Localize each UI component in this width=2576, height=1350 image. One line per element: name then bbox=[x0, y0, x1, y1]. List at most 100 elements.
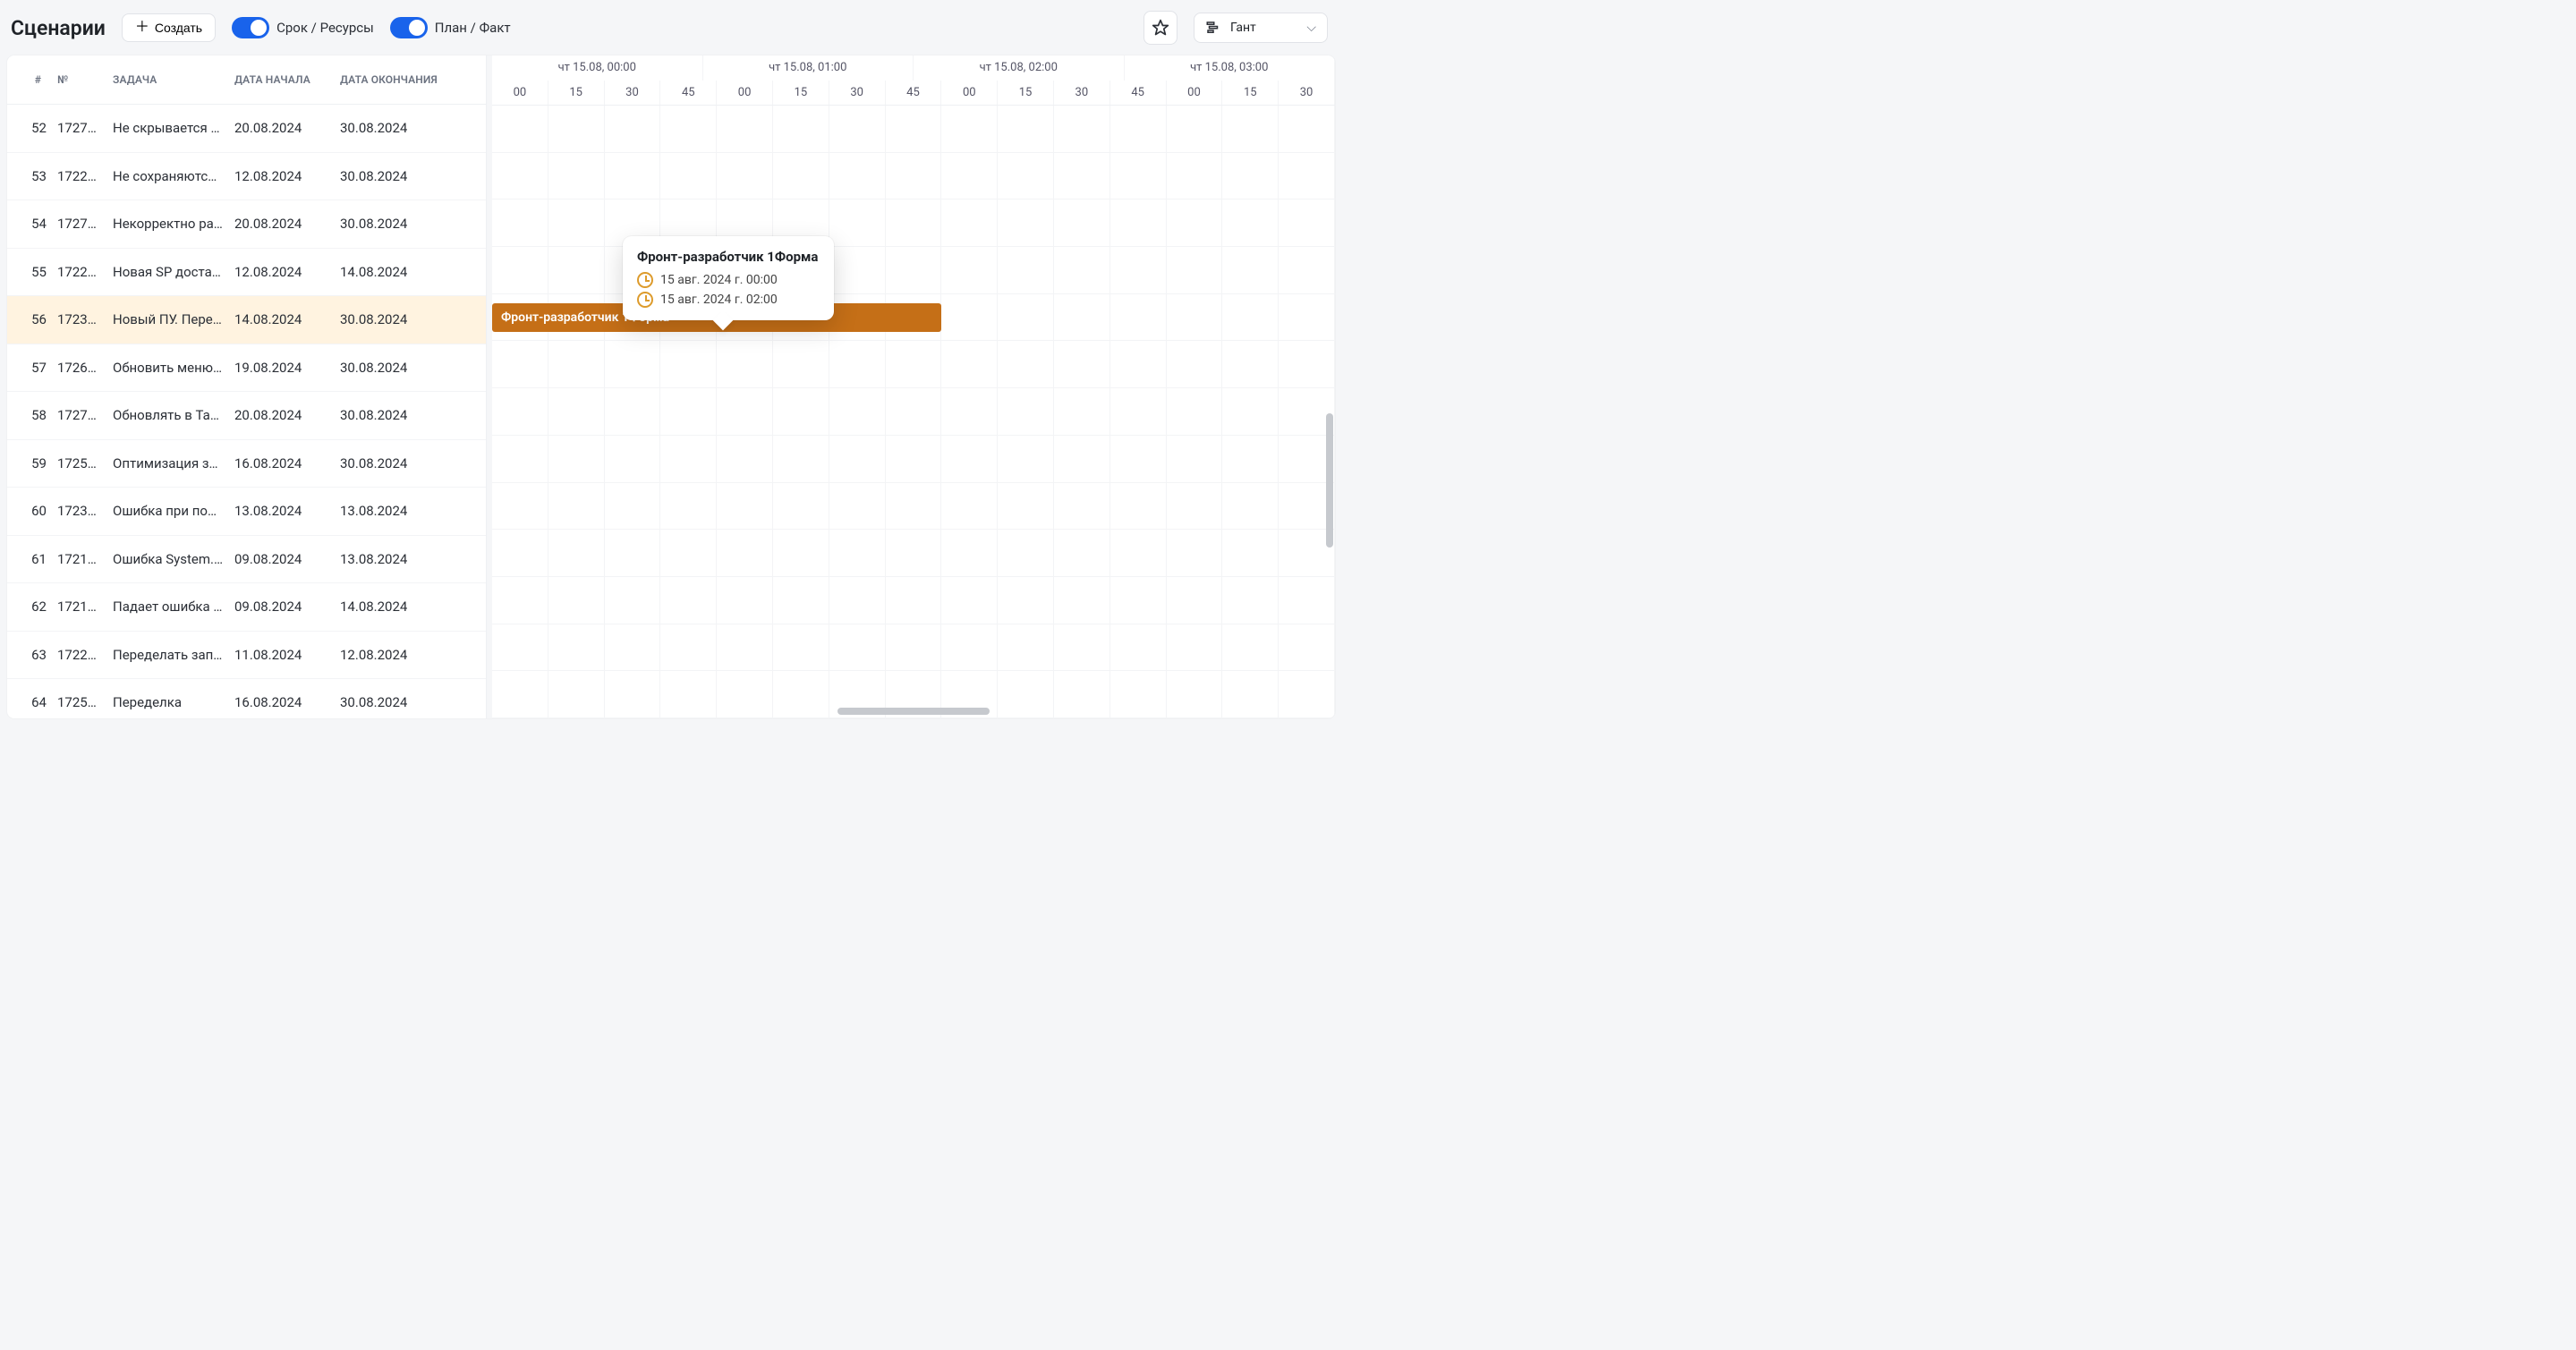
grid-row[interactable] bbox=[492, 247, 1335, 294]
grid-row[interactable] bbox=[492, 530, 1335, 577]
grid-row[interactable] bbox=[492, 153, 1335, 200]
timeline-tick: 15 bbox=[548, 81, 605, 105]
view-label: Гант bbox=[1230, 21, 1256, 35]
cell-end: 30.08.2024 bbox=[335, 216, 455, 232]
cell-task: Некорректно работ bbox=[107, 216, 229, 232]
table-row[interactable]: 571726583Обновить меню оп19.08.202430.08… bbox=[7, 344, 486, 393]
switch-deadline-resources[interactable] bbox=[232, 17, 269, 38]
timeline-ticks: 001530450015304500153045001530 bbox=[492, 81, 1335, 105]
timeline-tick: 30 bbox=[1054, 81, 1110, 105]
table-row[interactable]: 561723864Новый ПУ. Переход14.08.202430.0… bbox=[7, 296, 486, 344]
gantt-icon bbox=[1205, 20, 1221, 36]
col-num[interactable]: № bbox=[52, 73, 107, 86]
col-start[interactable]: ДАТА НАЧАЛА bbox=[229, 73, 335, 86]
table-row[interactable]: 591725904Оптимизация запр16.08.202430.08… bbox=[7, 440, 486, 488]
toggle-plan-fact: План / Факт bbox=[390, 17, 511, 38]
table-row[interactable]: 541727856Некорректно работ20.08.202430.0… bbox=[7, 200, 486, 249]
cell-task: Ошибка System.Dat bbox=[107, 551, 229, 567]
create-button[interactable]: ＋ Создать bbox=[122, 13, 216, 42]
cell-idx: 56 bbox=[7, 311, 52, 327]
cell-start: 16.08.2024 bbox=[229, 694, 335, 710]
grid-row[interactable] bbox=[492, 436, 1335, 483]
cell-idx: 57 bbox=[7, 360, 52, 376]
tooltip-end-line: 15 авг. 2024 г. 02:00 bbox=[637, 292, 818, 308]
timeline-segment: чт 15.08, 01:00 bbox=[703, 55, 914, 81]
cell-idx: 55 bbox=[7, 264, 52, 280]
cell-num: 1727643 bbox=[52, 120, 107, 136]
cell-task: Не сохраняются на bbox=[107, 168, 229, 184]
table-row[interactable]: 641725521Переделка16.08.202430.08.2024 bbox=[7, 679, 486, 718]
timeline-tick: 15 bbox=[1222, 81, 1279, 105]
cell-idx: 64 bbox=[7, 694, 52, 710]
grid-row[interactable] bbox=[492, 624, 1335, 672]
cell-end: 30.08.2024 bbox=[335, 694, 455, 710]
tooltip-start-line: 15 авг. 2024 г. 00:00 bbox=[637, 272, 818, 288]
cell-start: 12.08.2024 bbox=[229, 264, 335, 280]
view-selector[interactable]: Гант ⌵ bbox=[1194, 13, 1328, 43]
grid-row[interactable] bbox=[492, 388, 1335, 436]
cell-end: 14.08.2024 bbox=[335, 599, 455, 615]
cell-end: 13.08.2024 bbox=[335, 503, 455, 519]
timeline-tick: 30 bbox=[829, 81, 886, 105]
timeline-tick: 00 bbox=[717, 81, 773, 105]
cell-task: Падает ошибка пр bbox=[107, 599, 229, 615]
table-row[interactable]: 611721787Ошибка System.Dat09.08.202413.0… bbox=[7, 536, 486, 584]
cell-end: 30.08.2024 bbox=[335, 360, 455, 376]
toggle-deadline-resources: Срок / Ресурсы bbox=[232, 17, 374, 38]
switch-plan-fact[interactable] bbox=[390, 17, 428, 38]
grid-row[interactable] bbox=[492, 200, 1335, 247]
table-row[interactable]: 601723255Ошибка при попыт13.08.202413.08… bbox=[7, 488, 486, 536]
cell-end: 13.08.2024 bbox=[335, 551, 455, 567]
cell-num: 1723864 bbox=[52, 311, 107, 327]
create-label: Создать bbox=[155, 21, 202, 35]
timeline-tick: 45 bbox=[660, 81, 717, 105]
cell-num: 1721787 bbox=[52, 551, 107, 567]
col-idx[interactable]: # bbox=[7, 73, 52, 86]
table-row[interactable]: 631722218Переделать запрос11.08.202412.0… bbox=[7, 632, 486, 680]
vertical-scrollbar[interactable] bbox=[1326, 413, 1333, 548]
table-row[interactable]: 531722527Не сохраняются на12.08.202430.0… bbox=[7, 153, 486, 201]
cell-start: 11.08.2024 bbox=[229, 647, 335, 663]
timeline-tick: 45 bbox=[886, 81, 942, 105]
cell-task: Не скрывается ДП bbox=[107, 120, 229, 136]
col-task[interactable]: ЗАДАЧА bbox=[107, 73, 229, 86]
cell-num: 1722634 bbox=[52, 264, 107, 280]
cell-start: 09.08.2024 bbox=[229, 551, 335, 567]
cell-start: 09.08.2024 bbox=[229, 599, 335, 615]
timeline-header: чт 15.08, 00:00чт 15.08, 01:00чт 15.08, … bbox=[492, 55, 1335, 106]
cell-num: 1727856 bbox=[52, 216, 107, 232]
table-row[interactable]: 581727720Обновлять в TaskSi20.08.202430.… bbox=[7, 392, 486, 440]
grid-row[interactable] bbox=[492, 106, 1335, 153]
cell-num: 1727720 bbox=[52, 407, 107, 423]
col-end[interactable]: ДАТА ОКОНЧАНИЯ bbox=[335, 73, 455, 86]
favorite-button[interactable] bbox=[1143, 11, 1177, 45]
table-row[interactable]: 521727643Не скрывается ДП20.08.202430.08… bbox=[7, 105, 486, 153]
timeline-pane: чт 15.08, 00:00чт 15.08, 01:00чт 15.08, … bbox=[492, 55, 1335, 718]
toggle-label-1: Срок / Ресурсы bbox=[276, 20, 374, 36]
cell-end: 30.08.2024 bbox=[335, 311, 455, 327]
grid-row[interactable]: Фронт-разработчик 1Форма bbox=[492, 294, 1335, 342]
cell-num: 1723255 bbox=[52, 503, 107, 519]
horizontal-scrollbar[interactable] bbox=[837, 708, 990, 715]
cell-idx: 63 bbox=[7, 647, 52, 663]
table-body[interactable]: 521727643Не скрывается ДП20.08.202430.08… bbox=[7, 105, 486, 718]
cell-task: Новый ПУ. Переход bbox=[107, 311, 229, 327]
grid-row[interactable] bbox=[492, 341, 1335, 388]
cell-task: Обновить меню оп bbox=[107, 360, 229, 376]
cell-end: 12.08.2024 bbox=[335, 647, 455, 663]
toolbar: Сценарии ＋ Создать Срок / Ресурсы План /… bbox=[0, 0, 1342, 55]
cell-idx: 59 bbox=[7, 455, 52, 471]
grid-row[interactable] bbox=[492, 577, 1335, 624]
cell-start: 20.08.2024 bbox=[229, 216, 335, 232]
timeline-grid[interactable]: Фронт-разработчик 1Форма Фронт-разработч… bbox=[492, 106, 1335, 718]
table-row[interactable]: 551722634Новая SP достават12.08.202414.0… bbox=[7, 249, 486, 297]
cell-num: 1726583 bbox=[52, 360, 107, 376]
task-table: # № ЗАДАЧА ДАТА НАЧАЛА ДАТА ОКОНЧАНИЯ 52… bbox=[7, 55, 487, 718]
grid-row[interactable] bbox=[492, 483, 1335, 531]
tooltip-end: 15 авг. 2024 г. 02:00 bbox=[660, 293, 778, 307]
cell-task: Новая SP достават bbox=[107, 264, 229, 280]
cell-start: 20.08.2024 bbox=[229, 120, 335, 136]
timeline-segments: чт 15.08, 00:00чт 15.08, 01:00чт 15.08, … bbox=[492, 55, 1335, 81]
table-row[interactable]: 621721960Падает ошибка пр09.08.202414.08… bbox=[7, 583, 486, 632]
star-icon bbox=[1152, 19, 1169, 37]
